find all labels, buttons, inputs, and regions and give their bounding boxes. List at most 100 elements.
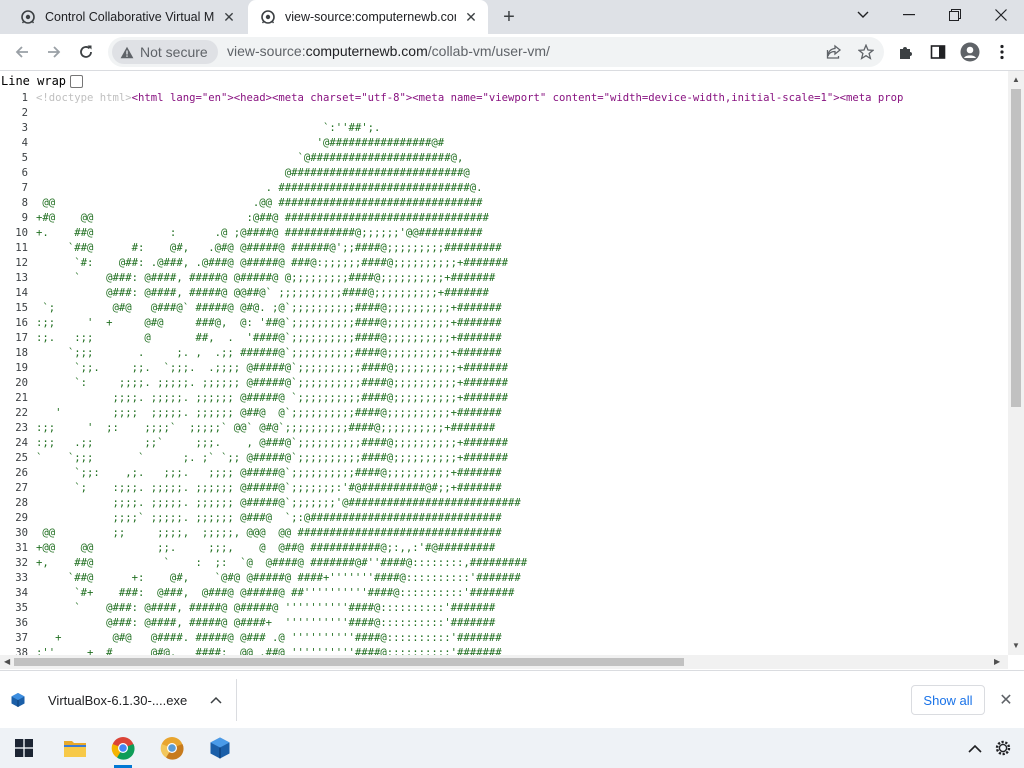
line-number: 26 <box>15 467 28 479</box>
line-number: 5 <box>21 152 28 164</box>
line-number: 18 <box>15 347 28 359</box>
source-line: 4 '@################@# <box>0 136 1008 151</box>
new-tab-button[interactable]: + <box>497 6 521 28</box>
start-icon[interactable] <box>1 728 47 768</box>
windows-taskbar <box>0 728 1024 768</box>
source-line: 20 `: ;;;;. ;;;;;. ;;;;;; @#####@`;;;;;;… <box>0 376 1008 391</box>
source-line: 33 `##@ +: @#, `@#@ @#####@ ####+'''''''… <box>0 571 1008 586</box>
chrome-icon[interactable] <box>100 728 146 768</box>
security-chip[interactable]: Not secure <box>112 40 218 64</box>
source-line: 6 @###########################@ <box>0 166 1008 181</box>
source-line: 9 +#@ @@ :@##@ ##########################… <box>0 211 1008 226</box>
tab-search-chevron-icon[interactable] <box>840 0 886 30</box>
source-line: 11 `##@ #: @#, .@#@ @#####@ ######@';;##… <box>0 241 1008 256</box>
settings-gear-icon[interactable] <box>980 728 1024 768</box>
share-icon[interactable] <box>824 42 844 62</box>
line-number: 10 <box>15 227 28 239</box>
virtualbox-icon[interactable] <box>197 728 243 768</box>
close-download-shelf-icon[interactable]: ✕ <box>996 690 1016 710</box>
scroll-up-arrow-icon[interactable]: ▲ <box>1012 75 1020 84</box>
scroll-down-arrow-icon[interactable]: ▼ <box>1012 641 1020 650</box>
minimize-icon[interactable] <box>886 0 932 30</box>
extensions-puzzle-icon[interactable] <box>896 42 916 62</box>
horizontal-scroll-thumb[interactable] <box>14 658 684 666</box>
vertical-scrollbar[interactable]: ▲ ▼ <box>1008 71 1024 655</box>
source-line: 7 . ##############################@. <box>0 181 1008 196</box>
source-line-text: ` @###: @####, #####@ @#####@ ''''''''''… <box>36 602 496 614</box>
source-line: 19 `;;. ;;. `;;;. .;;;; @#####@`;;;;;;;;… <box>0 361 1008 376</box>
source-line-text: `#+ ###: @###, @###@ @#####@ ##'''''''''… <box>36 587 515 599</box>
source-line: 16:;; ' + @#@ ###@, @: '##@`;;;;;;;;;;##… <box>0 316 1008 331</box>
restore-icon[interactable] <box>932 0 978 30</box>
source-line-text: `##@ +: @#, `@#@ @#####@ ####+'''''''###… <box>36 572 521 584</box>
close-tab-icon[interactable]: ✕ <box>462 8 480 26</box>
line-wrap-checkbox[interactable] <box>70 74 84 88</box>
show-all-button[interactable]: Show all <box>911 685 985 715</box>
source-line: 37 + @#@ @####. #####@ @### .@ '''''''''… <box>0 631 1008 646</box>
address-bar[interactable]: Not secure view-source:computernewb.com/… <box>108 37 884 67</box>
close-tab-icon[interactable]: ✕ <box>220 8 238 26</box>
url-text[interactable]: view-source:computernewb.com/collab-vm/u… <box>227 43 550 59</box>
collabvm-favicon-icon <box>20 9 36 25</box>
tab-collab-vm[interactable]: Control Collaborative Virtual Ma ✕ <box>8 0 246 34</box>
line-number: 9 <box>21 212 28 224</box>
line-wrap-toggle[interactable]: Line wrap <box>1 74 84 88</box>
source-line-text: @###: @####, #####@ @####+ ''''''''''###… <box>36 617 496 629</box>
source-line-text: :;; ' ;: ;;;;` ;;;;;` @@` @#@`;;;;;;;;;;… <box>36 422 496 434</box>
source-line-text: +@@ @@ ;;. ;;;, @ @##@ ###########@;:,,:… <box>36 542 496 554</box>
source-line-text: `;;: ,;. ;;;. ;;;; @#####@`;;;;;;;;;;###… <box>36 467 502 479</box>
line-number: 11 <box>15 242 28 254</box>
view-source-content: Line wrap 1 <!doctype html><html lang="e… <box>0 71 1024 655</box>
source-line-1: <!doctype html><html lang="en"><head><me… <box>36 91 903 106</box>
line-number: 37 <box>15 632 28 644</box>
source-line: 3 `:''##';. <box>0 121 1008 136</box>
forward-arrow-icon[interactable] <box>40 38 68 66</box>
line-number: 32 <box>15 557 28 569</box>
line-number: 14 <box>15 287 28 299</box>
download-filename: VirtualBox-6.1.30-....exe <box>48 692 188 708</box>
warning-icon <box>120 46 134 59</box>
download-chevron-up-icon[interactable] <box>210 696 222 704</box>
tab-view-source[interactable]: view-source:computernewb.com ✕ <box>248 0 488 34</box>
source-line: 8 @@ .@@ ###############################… <box>0 196 1008 211</box>
source-line-text: :;; .;; ;;` ;;;. , @###@`;;;;;;;;;;####@… <box>36 437 508 449</box>
source-line-text: @###########################@ <box>36 167 470 179</box>
source-line-text: `;;; . ;. , .;; ######@`;;;;;;;;;;####@;… <box>36 347 502 359</box>
doctype-text: <!doctype html> <box>36 92 132 104</box>
close-window-icon[interactable] <box>978 0 1024 30</box>
scroll-right-arrow-icon[interactable]: ▶ <box>994 657 1000 666</box>
file-explorer-icon[interactable] <box>52 728 98 768</box>
source-line-text: '@################@# <box>36 137 445 149</box>
line-number: 35 <box>15 602 28 614</box>
line-number: 25 <box>15 452 28 464</box>
line-number: 1 <box>21 92 28 104</box>
source-line: 38 ;'' + # @#@. ####: @@ .##@ ''''''''''#… <box>0 646 1008 655</box>
source-line: 35 ` @###: @####, #####@ @#####@ '''''''… <box>0 601 1008 616</box>
line-number: 17 <box>15 332 28 344</box>
line-number: 16 <box>15 317 28 329</box>
back-arrow-icon[interactable] <box>8 38 36 66</box>
line-number: 20 <box>15 377 28 389</box>
source-line: 34 `#+ ###: @###, @###@ @#####@ ##''''''… <box>0 586 1008 601</box>
profile-avatar-icon[interactable] <box>960 42 980 62</box>
source-line-text: `:''##';. <box>36 122 381 134</box>
scroll-left-arrow-icon[interactable]: ◀ <box>4 657 10 666</box>
line-number: 19 <box>15 362 28 374</box>
line-number: 30 <box>15 527 28 539</box>
source-line-text: +, ##@ ` : ;: `@ @####@ #######@#''####@… <box>36 557 528 569</box>
line-number: 13 <box>15 272 28 284</box>
source-line-text: @###: @####, #####@ @@##@` ;;;;;;;;;;###… <box>36 287 489 299</box>
menu-kebab-icon[interactable] <box>992 42 1012 62</box>
horizontal-scrollbar[interactable]: ◀ ▶ <box>0 655 1008 669</box>
source-line-text: ;;;;. ;;;;;. ;;;;;; @#####@`;;;;;;;'@###… <box>36 497 521 509</box>
vertical-scroll-thumb[interactable] <box>1011 89 1021 407</box>
source-line-text: +. ##@ : .@ ;@####@ ###########@;;;;;;'@… <box>36 227 483 239</box>
side-panel-icon[interactable] <box>928 42 948 62</box>
reload-icon[interactable] <box>72 38 100 66</box>
download-item[interactable]: VirtualBox-6.1.30-....exe <box>10 681 234 719</box>
bookmark-star-icon[interactable] <box>856 42 876 62</box>
source-line: 29 ;;;;` ;;;;;. ;;;;;; @###@ `;:@#######… <box>0 511 1008 526</box>
chrome-canary-icon[interactable] <box>149 728 195 768</box>
line-number: 33 <box>15 572 28 584</box>
source-line: 21 ;;;;. ;;;;;. ;;;;;; @#####@ `;;;;;;;;… <box>0 391 1008 406</box>
